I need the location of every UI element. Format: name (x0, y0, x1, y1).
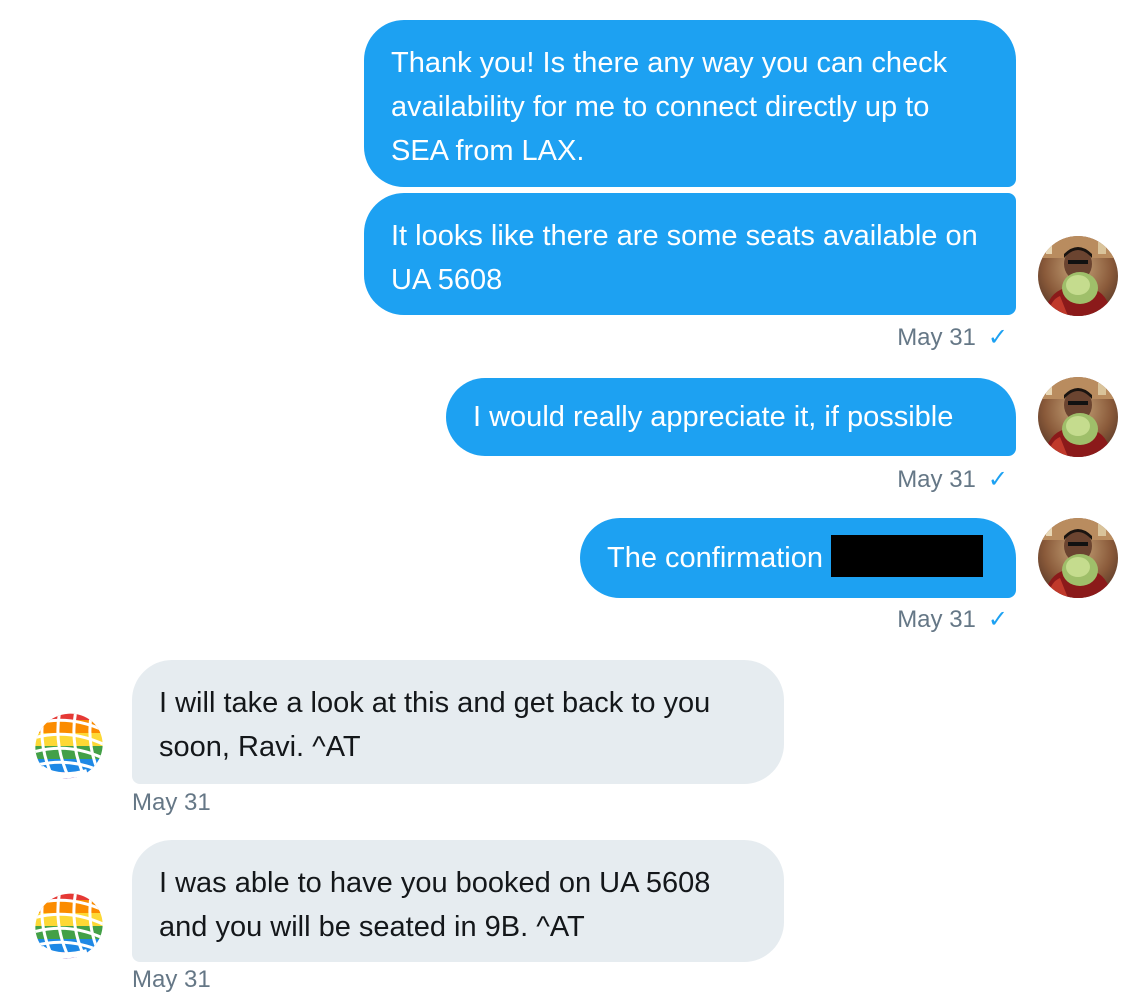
timestamp-text: May 31 (897, 324, 976, 351)
timestamp-text: May 31 (132, 789, 211, 816)
checkmark-icon: ✓ (987, 324, 1008, 351)
redaction-block (831, 535, 983, 578)
timestamp-text: May 31 (897, 466, 976, 493)
timestamp-text: May 31 (132, 966, 211, 993)
message-bubble-outgoing: I would really appreciate it, if possibl… (446, 378, 1016, 456)
message-text: I was able to have you booked on UA 5608… (159, 867, 711, 943)
message-text: It looks like there are some seats avail… (391, 220, 978, 296)
message-bubble-incoming: I was able to have you booked on UA 5608… (132, 840, 784, 962)
checkmark-icon: ✓ (987, 606, 1008, 633)
airline-avatar[interactable] (27, 886, 107, 966)
user-photo-avatar-icon (1038, 236, 1118, 316)
message-bubble-incoming: I will take a look at this and get back … (132, 660, 784, 784)
airline-globe-logo-icon (27, 706, 107, 786)
user-avatar[interactable] (1038, 236, 1118, 316)
message-bubble-outgoing: Thank you! Is there any way you can chec… (364, 20, 1016, 187)
message-text: I would really appreciate it, if possibl… (473, 401, 954, 433)
user-avatar[interactable] (1038, 518, 1118, 598)
message-timestamp: May 31 ✓ (897, 466, 1008, 494)
message-bubble-outgoing: The confirmation (580, 518, 1016, 598)
airline-globe-logo-icon (27, 886, 107, 966)
user-avatar[interactable] (1038, 377, 1118, 457)
timestamp-text: May 31 (897, 606, 976, 633)
message-text: I will take a look at this and get back … (159, 687, 711, 763)
message-text: Thank you! Is there any way you can chec… (391, 47, 948, 167)
user-photo-avatar-icon (1038, 518, 1118, 598)
message-text: The confirmation (607, 542, 823, 574)
user-photo-avatar-icon (1038, 377, 1118, 457)
message-bubble-outgoing: It looks like there are some seats avail… (364, 193, 1016, 315)
checkmark-icon: ✓ (987, 466, 1008, 493)
message-timestamp: May 31 ✓ (897, 324, 1008, 352)
message-timestamp: May 31 (132, 966, 211, 994)
message-timestamp: May 31 ✓ (897, 606, 1008, 634)
message-timestamp: May 31 (132, 789, 211, 817)
airline-avatar[interactable] (27, 706, 107, 786)
